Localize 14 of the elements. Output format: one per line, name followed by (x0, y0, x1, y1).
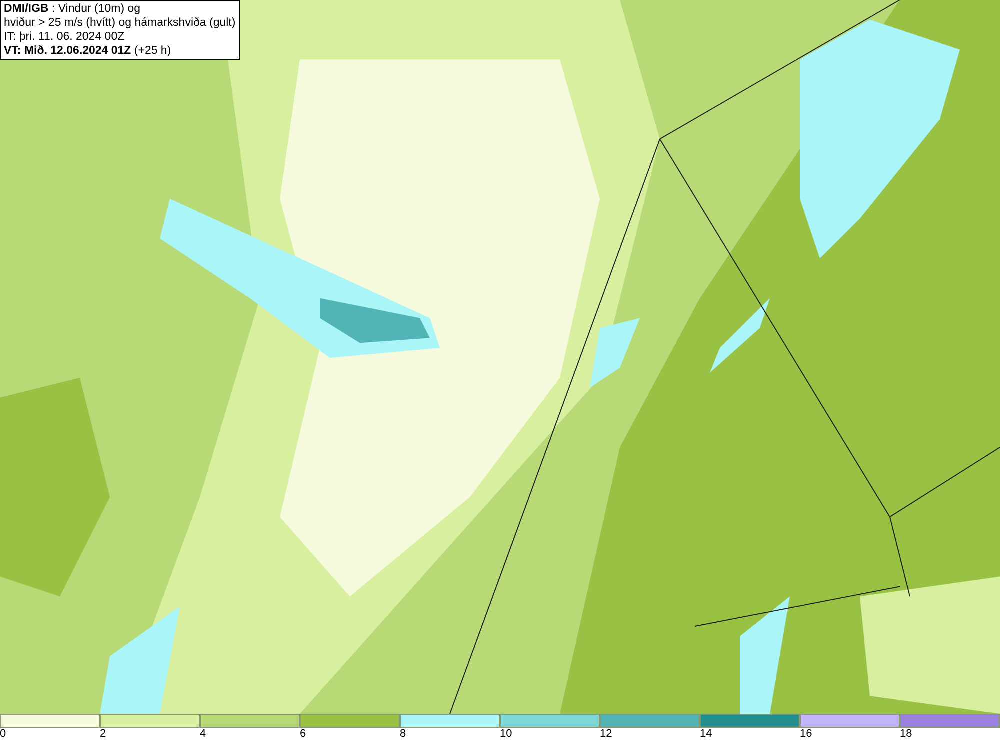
title-line: hviður > 25 m/s (hvítt) og hámarkshviða (gult) (4, 16, 236, 30)
legend-label: 14 (700, 728, 712, 741)
title-line: IT: þri. 11. 06. 2024 00Z (4, 30, 126, 44)
title-line: DMI/IGB : Vindur (10m) og (4, 2, 142, 16)
legend-label: 10 (500, 728, 512, 741)
legend-label: 8 (400, 728, 406, 741)
legend-label: 4 (200, 728, 206, 741)
legend-label: 18 (900, 728, 912, 741)
legend-label: 2 (100, 728, 106, 741)
legend-label: 0 (0, 728, 6, 741)
legend-label: 16 (800, 728, 812, 741)
legend-label: 12 (600, 728, 612, 741)
legend-label: 6 (300, 728, 306, 741)
title-line: VT: Mið. 12.06.2024 01Z (+25 h) (4, 44, 172, 58)
